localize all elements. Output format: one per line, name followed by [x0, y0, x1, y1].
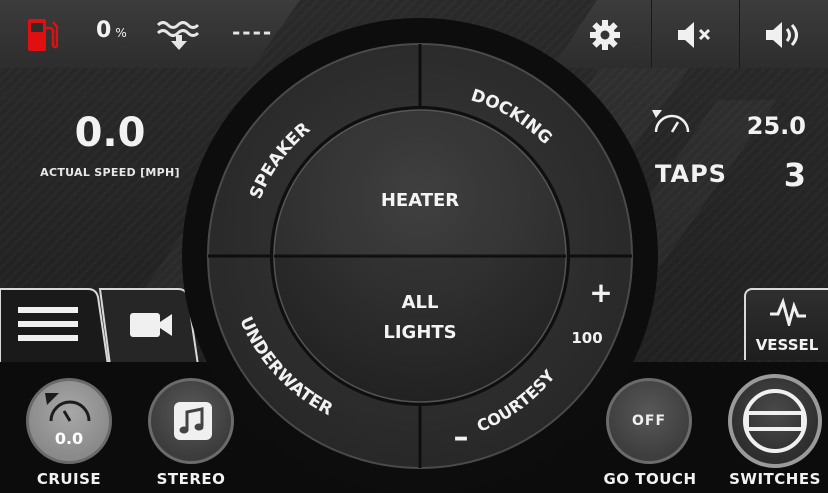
go-touch-label: GO TOUCH: [603, 470, 697, 488]
switches-button[interactable]: [728, 374, 822, 468]
stereo-label: STEREO: [156, 470, 226, 488]
go-touch-state: OFF: [631, 413, 667, 429]
brightness-increase-button[interactable]: +: [589, 276, 612, 309]
brightness-level-value: 100: [571, 329, 602, 347]
cruise-button[interactable]: 0.0: [26, 378, 112, 464]
all-lights-label-line1: ALL: [402, 292, 439, 313]
heater-label: HEATER: [381, 190, 459, 211]
lighting-dial: SPEAKER DOCKING UNDERWATER COURTESY HEAT…: [182, 18, 658, 493]
stereo-button[interactable]: [148, 378, 234, 464]
brightness-decrease-button[interactable]: –: [454, 420, 469, 455]
switches-label: SWITCHES: [729, 470, 821, 488]
go-touch-button[interactable]: OFF: [606, 378, 692, 464]
all-lights-label-line2: LIGHTS: [383, 322, 456, 343]
switch-circle-icon: [743, 389, 807, 453]
cruise-label: CRUISE: [36, 470, 102, 488]
speedometer-icon: [45, 393, 91, 422]
cruise-speed-value: 0.0: [54, 429, 84, 448]
music-note-icon: [174, 402, 212, 440]
